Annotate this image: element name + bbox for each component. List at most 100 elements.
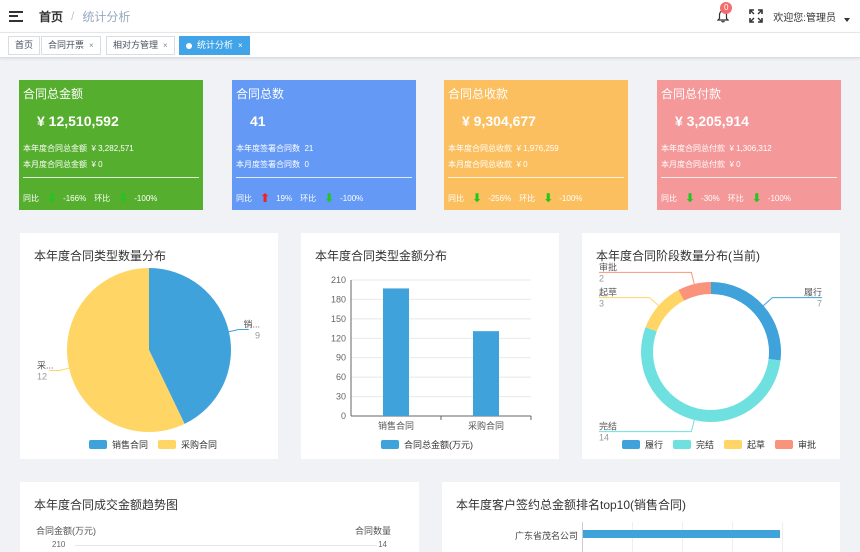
slice-label: 销... [243,319,260,330]
y-tick-label: 210 [331,275,346,285]
yoy-value: -166% [63,193,87,203]
close-icon[interactable]: × [89,37,94,54]
arrow-down-icon: ⬇ [472,191,483,205]
legend-item[interactable]: 完结 [673,438,714,451]
notification-bell-icon[interactable]: 0 [717,2,733,24]
arrow-down-icon: ⬇ [543,191,554,205]
breadcrumb-separator: / [71,9,75,23]
legend-label: 销售合同 [112,440,149,450]
legend-item[interactable]: 审批 [775,438,816,451]
x-tick-label: 销售合同 [378,420,414,431]
slice-label: 审批 [599,261,617,272]
legend-label: 采购合同 [181,440,218,450]
y-tick-label: 120 [331,333,346,343]
notification-badge: 0 [720,2,733,14]
label-line [599,271,695,285]
donut-slice[interactable] [641,327,781,422]
close-icon[interactable]: × [163,37,168,54]
kpi-card-total-amount: 合同总金额 ¥ 12,510,592 本年度合同总金额 ¥ 3,282,571 … [19,80,203,210]
slice-value: 9 [255,331,260,341]
tag-home[interactable]: 首页 [8,36,41,55]
active-dot-icon [186,42,192,49]
donut-slice[interactable] [645,290,685,332]
y-tick-label: 60 [336,372,346,382]
tag-contract-invoice[interactable]: 合同开票 × [41,36,101,55]
panel-contract-type-count: 本年度合同类型数量分布 销... 9 采... 12 销售合同 采购合同 [20,233,278,459]
legend-label: 完结 [696,440,715,450]
card-row1-value: ¥ 1,306,312 [729,144,772,153]
legend-swatch [158,440,177,449]
yoy-label: 同比 [448,193,464,203]
donut-slice[interactable] [711,282,781,361]
arrow-down-icon: ⬇ [118,191,129,205]
card-divider [448,177,624,178]
fullscreen-icon[interactable] [749,9,764,23]
card-title: 合同总数 [236,87,285,101]
label-line [228,329,249,333]
mom-value: -100% [340,193,364,203]
slice-label: 完结 [599,421,617,432]
label-line [763,297,822,306]
pie-legend: 销售合同 采购合同 [89,438,217,451]
y-tick-label: 30 [336,392,346,402]
label-line [599,297,659,306]
tag-label: 统计分析 [197,40,234,50]
card-row2-value: ¥ 0 [729,160,741,169]
chevron-down-icon[interactable] [844,18,850,22]
arrow-down-icon: ⬇ [751,191,762,205]
grid-line [782,522,783,552]
tags-view: 首页 合同开票 × 相对方管理 × 统计分析 × [0,32,860,58]
welcome-user-menu[interactable]: 欢迎您:管理员 [773,9,836,24]
category-label: 广东省茂名公司 [515,531,579,541]
panel-title: 本年度合同成交金额趋势图 [34,498,179,512]
mom-label: 环比 [519,193,536,203]
legend-item[interactable]: 采购合同 [158,438,217,451]
bar[interactable] [583,530,780,538]
mom-value: -100% [767,193,791,203]
mom-value: -100% [134,193,158,203]
close-icon[interactable]: × [238,37,243,54]
donut-slice[interactable] [678,282,711,301]
legend-item[interactable]: 合同总金额(万元) [381,438,473,451]
card-title: 合同总付款 [661,87,722,101]
panel-title: 本年度客户签约总金额排名top10(销售合同) [456,498,687,512]
legend-item[interactable]: 销售合同 [89,438,148,451]
yoy-value: 19% [276,193,293,203]
card-title: 合同总金额 [23,87,84,101]
tag-label: 合同开票 [48,40,85,50]
y-tick-label: 150 [331,314,346,324]
tag-label: 首页 [15,40,34,50]
card-divider [661,177,837,178]
tag-statistics[interactable]: 统计分析 × [179,36,250,55]
card-row1-value: 21 [304,144,314,153]
tag-counterparty[interactable]: 相对方管理 × [106,36,175,55]
slice-value: 14 [599,433,609,443]
legend-item[interactable]: 履行 [622,438,663,451]
card-row2-value: ¥ 0 [516,160,528,169]
card-row1-label: 本年度合同总收款 [448,144,512,153]
panel-amount-trend: 本年度合同成交金额趋势图 合同金额(万元) 合同数量 210 14 [20,482,419,552]
card-row1-label: 本年度合同总付款 [661,144,725,153]
legend-item[interactable]: 起草 [724,438,765,451]
slice-value: 3 [599,299,604,309]
bar[interactable] [383,288,409,416]
breadcrumb-home[interactable]: 首页 [39,8,63,25]
bar-chart: 0 30 60 90 120 150 180 210 销售合同 采购合同 [331,275,532,431]
y2-axis-title: 合同数量 [354,526,391,536]
y-tick-label: 180 [331,294,346,304]
mom-value: -100% [559,193,583,203]
y-axis-title: 合同金额(万元) [36,526,96,536]
card-row2-label: 本月度合同总收款 [448,160,512,169]
yoy-label: 同比 [23,193,39,203]
bar[interactable] [473,331,499,416]
yoy-value: -256% [488,193,512,203]
arrow-down-icon: ⬇ [47,191,58,205]
pie-chart: 销...9 采...12 [37,268,260,432]
x-tick-label: 采购合同 [468,420,504,431]
yoy-label: 同比 [661,193,677,203]
panel-contract-type-amount: 本年度合同类型金额分布 0 30 60 90 120 150 180 210 销售合同 采购合同 … [301,233,559,459]
bar-legend: 合同总金额(万元) [381,438,473,451]
card-row2-label: 本月度签署合同数 [236,160,300,169]
mom-label: 环比 [94,193,111,203]
sidebar-toggle-icon[interactable] [9,10,23,22]
